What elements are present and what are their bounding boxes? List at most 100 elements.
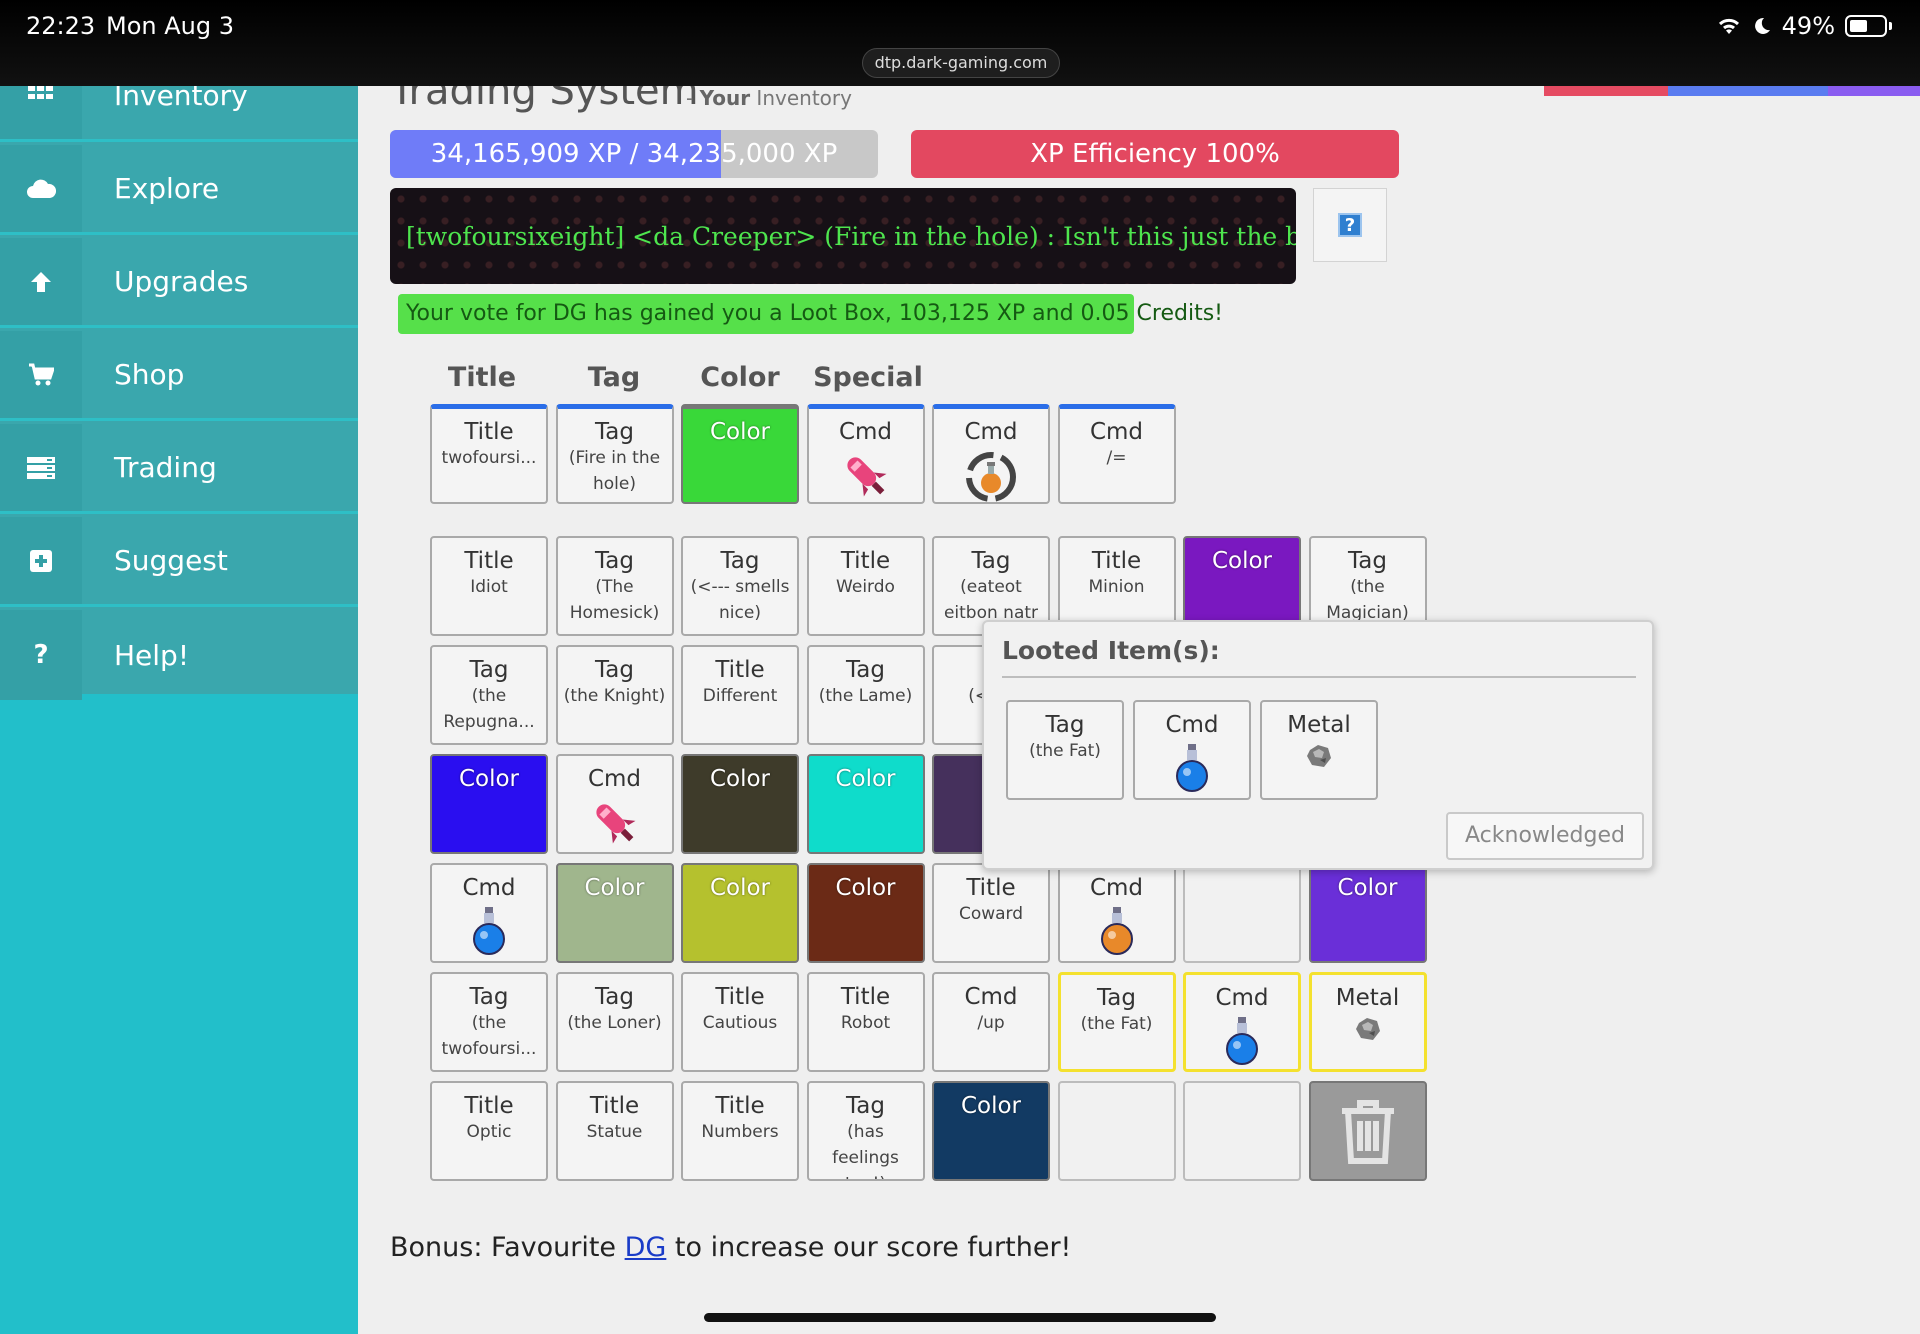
item-type-label: Color — [709, 766, 771, 792]
dg-link[interactable]: DG — [625, 1232, 667, 1263]
item-type-label: Tag — [469, 984, 509, 1010]
inventory-slot[interactable]: Title Coward — [932, 863, 1050, 963]
inventory-slot[interactable]: Color — [681, 863, 799, 963]
acknowledged-button[interactable]: Acknowledged — [1446, 812, 1644, 860]
potion-cycle-icon — [966, 452, 1016, 502]
item-type-label: Cmd — [1089, 875, 1144, 901]
item-type-label: Title — [966, 875, 1016, 901]
item-type-label: Title — [464, 548, 514, 574]
item-value-label: Cautious — [702, 1013, 778, 1033]
inventory-slot[interactable]: Tag (has feelings too!) — [806, 1081, 925, 1181]
item-type-label: Title — [1091, 548, 1142, 574]
dialog-divider — [1002, 676, 1636, 678]
inventory-slot[interactable]: Color — [681, 754, 799, 854]
inventory-slot[interactable]: Title Optic — [430, 1081, 548, 1181]
metal-ore-icon — [1355, 1018, 1380, 1040]
equipped-slot[interactable]: Tag (Fire in the hole) — [555, 404, 674, 504]
empty-slot[interactable] — [1183, 863, 1301, 963]
inventory-slot[interactable]: Color — [555, 863, 674, 963]
inventory-slot[interactable]: Cmd — [555, 754, 674, 854]
inventory-slot[interactable]: Color — [806, 754, 925, 854]
inventory-slot[interactable]: Title Numbers — [681, 1081, 799, 1181]
sidebar-item-upgrades[interactable]: Upgrades — [0, 238, 358, 328]
item-type-label: Title — [715, 1093, 765, 1119]
item-value-label: Coward — [958, 904, 1024, 924]
inventory-slot[interactable]: Tag (The Homesick) — [555, 536, 674, 636]
equipped-slot[interactable]: Cmd — [932, 404, 1050, 504]
sidebar-item-label: Upgrades — [114, 265, 249, 298]
sidebar-item-label: Trading — [114, 451, 217, 484]
equipped-slot[interactable]: Cmd — [806, 404, 925, 504]
sidebar-item-explore[interactable]: Explore — [0, 145, 358, 235]
blue-potion-icon — [1176, 744, 1208, 792]
tab-indicator-purple — [1828, 86, 1920, 96]
inventory-slot[interactable]: Tag (the Knight) — [555, 645, 674, 745]
equipped-slot[interactable]: Title twofoursi... — [430, 404, 548, 504]
battery-percent: 49% — [1781, 12, 1835, 40]
item-value-label: Statue — [586, 1122, 643, 1142]
item-type-label: Title — [589, 1093, 640, 1119]
item-type-label: Color — [835, 875, 896, 901]
xp-progress-text: 34,165,909 XP / 34,235,000 XP — [430, 139, 838, 169]
inventory-slot[interactable]: Tag (the Repugna... — [430, 645, 548, 745]
inventory-slot[interactable]: Title Cautious — [681, 972, 799, 1072]
column-header-color: Color — [700, 362, 780, 393]
server-icon — [0, 424, 82, 511]
equipped-slot[interactable]: Color — [681, 404, 799, 504]
item-type-label: Cmd — [964, 984, 1018, 1010]
inventory-slot[interactable]: Metal — [1308, 972, 1427, 1072]
item-type-label: Color — [835, 766, 896, 792]
inventory-slot[interactable]: Title Weirdo — [806, 536, 925, 636]
looted-item-slot[interactable]: Cmd — [1133, 700, 1251, 800]
inventory-slot[interactable]: Tag (the Loner) — [555, 972, 674, 1072]
item-value-label: (<--- smells nice) — [690, 577, 790, 623]
inventory-slot[interactable]: Tag (<--- smells nice) — [681, 536, 799, 636]
item-type-label: Color — [1211, 548, 1273, 574]
equipped-slot[interactable]: Cmd /= — [1057, 404, 1176, 504]
item-value-label: Numbers — [701, 1122, 779, 1142]
column-header-tag: Tag — [587, 362, 641, 393]
inventory-slot[interactable]: Title Idiot — [430, 536, 548, 636]
sidebar-item-suggest[interactable]: Suggest — [0, 517, 358, 607]
url-bar[interactable]: dtp.dark-gaming.com — [862, 48, 1060, 78]
item-type-label: Cmd — [1215, 985, 1269, 1011]
sidebar-item-shop[interactable]: Shop — [0, 331, 358, 421]
inventory-slot[interactable]: Color — [430, 754, 548, 854]
item-value-label: (The Homesick) — [569, 577, 660, 623]
looted-item-slot[interactable]: Tag (the Fat) — [1006, 700, 1124, 800]
inventory-slot[interactable]: Cmd — [430, 863, 548, 963]
sidebar-item-help[interactable]: ? Help! — [0, 610, 358, 700]
inventory-slot[interactable]: Title Different — [681, 645, 799, 745]
inventory-slot[interactable]: Cmd — [1057, 863, 1176, 963]
cart-icon — [0, 331, 82, 418]
empty-slot[interactable] — [1183, 1081, 1301, 1181]
item-type-label: Tag — [1045, 712, 1085, 738]
empty-slot[interactable] — [1057, 1081, 1176, 1181]
inventory-slot[interactable]: Cmd — [1183, 972, 1301, 1072]
question-icon: ? — [0, 610, 82, 700]
xp-efficiency-bar: XP Efficiency 100% — [911, 130, 1399, 178]
sidebar-item-trading[interactable]: Trading — [0, 424, 358, 514]
orange-potion-icon — [1100, 907, 1133, 955]
help-button[interactable]: ? — [1313, 188, 1387, 262]
trash-slot[interactable] — [1308, 1081, 1427, 1181]
inventory-slot[interactable]: Title Statue — [555, 1081, 674, 1181]
moon-icon — [1754, 17, 1770, 34]
looted-item-slot[interactable]: Metal — [1260, 700, 1378, 800]
status-date: Mon Aug 3 — [106, 12, 234, 40]
inventory-slot[interactable]: Tag (the Lame) — [806, 645, 925, 745]
item-value-label: (the Loner) — [567, 1013, 662, 1033]
inventory-slot[interactable]: Cmd/up — [932, 972, 1050, 1072]
item-value-label: (the Knight) — [563, 686, 666, 706]
inventory-slot[interactable]: Tag (the twofoursi... — [430, 972, 548, 1072]
metal-ore-icon — [1307, 745, 1331, 767]
inventory-slot[interactable]: Tag (the Fat) — [1057, 972, 1176, 1072]
item-value-label: (Fire in the hole) — [568, 448, 661, 494]
inventory-slot[interactable]: Title Robot — [806, 972, 925, 1072]
inventory-slot[interactable]: Color — [1308, 863, 1427, 963]
column-header-special: Special — [813, 362, 923, 393]
status-bar: 22:23 Mon Aug 3 49% dtp.dark-gaming.com — [0, 0, 1920, 86]
inventory-slot[interactable]: Color — [932, 1081, 1050, 1181]
sidebar-item-label: Suggest — [114, 544, 228, 577]
inventory-slot[interactable]: Color — [806, 863, 925, 963]
